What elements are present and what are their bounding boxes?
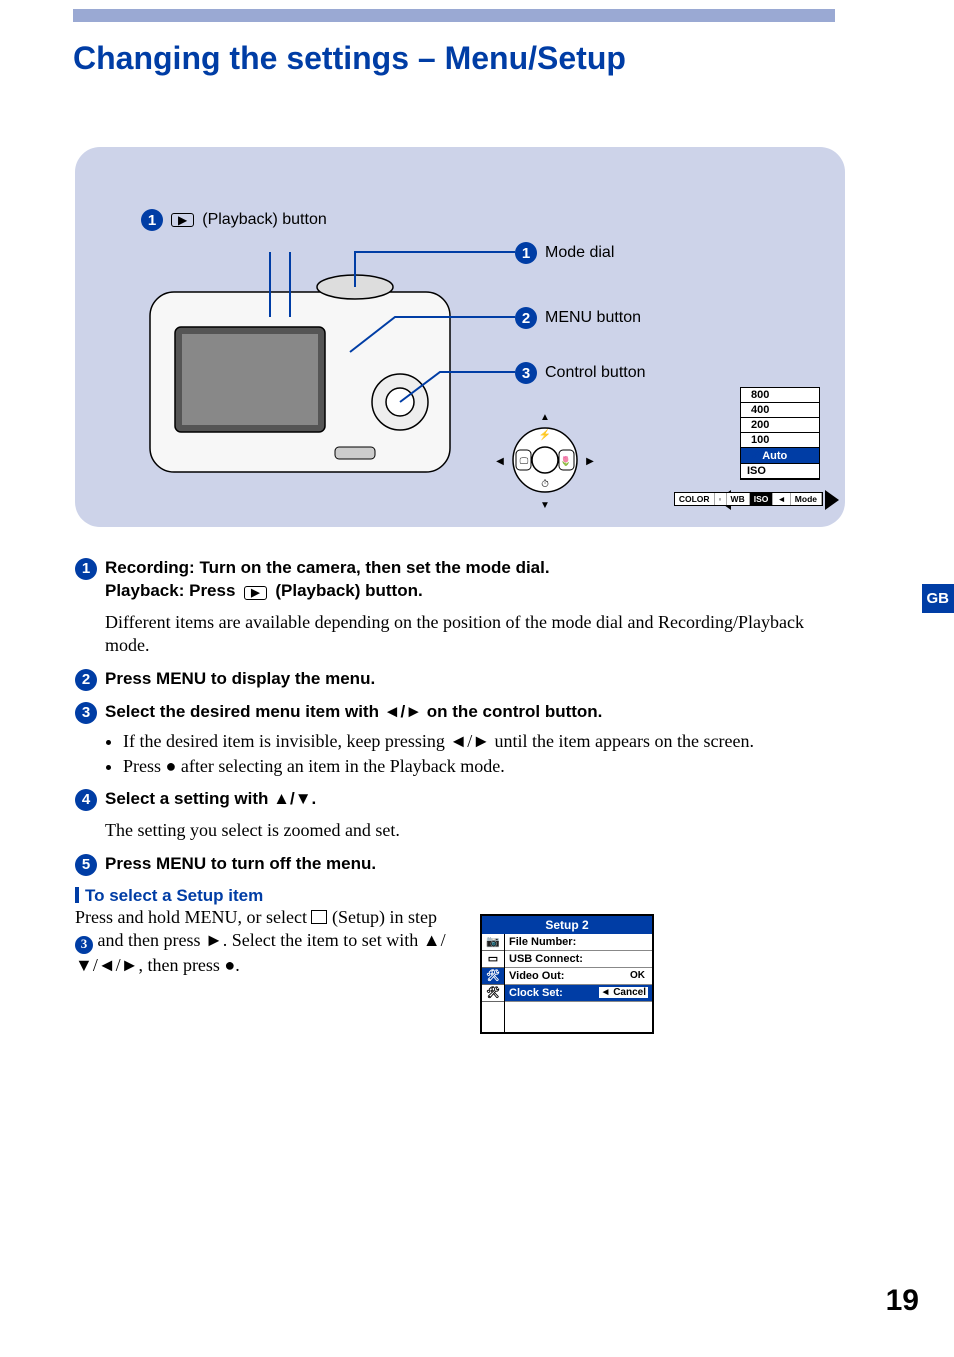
callout-label: MENU button [545, 309, 641, 327]
badge-1: 1 [515, 242, 537, 264]
svg-text:🌷: 🌷 [560, 455, 571, 466]
svg-text:▼: ▼ [540, 500, 550, 511]
svg-text:◀: ◀ [496, 456, 504, 467]
setup1-icon: 🛠 [482, 968, 504, 985]
badge-3-inline: 3 [75, 936, 93, 954]
step-1: 1 Recording: Turn on the camera, then se… [75, 557, 850, 658]
header-divider [73, 9, 835, 22]
iso-item-selected: Auto [741, 448, 819, 464]
step-5: 5 Press MENU to turn off the menu. [75, 853, 850, 876]
setup-box-title: Setup 2 [482, 916, 652, 934]
callout-label: Control button [545, 364, 646, 382]
playback-label: (Playback) button [202, 211, 327, 229]
badge-1: 1 [141, 209, 163, 231]
camera-icon: 📷 [482, 934, 504, 951]
setup-row: File Number: [505, 934, 652, 951]
iso-menu: 800 400 200 100 Auto ISO [740, 387, 820, 480]
menu-strip: COLOR ◦ WB ISO ◄ Mode [674, 492, 823, 506]
strip-item: ◄ [773, 493, 790, 505]
svg-text:🖵: 🖵 [520, 456, 529, 466]
callout-control-button: 3 Control button [515, 362, 646, 384]
step-text: Press MENU to turn off the menu. [105, 853, 376, 876]
svg-text:▲: ▲ [540, 412, 550, 423]
steps-list: 1 Recording: Turn on the camera, then se… [75, 557, 850, 1034]
language-tab: GB [922, 584, 954, 613]
iso-item: 800 [741, 388, 819, 403]
strip-item-selected: ISO [750, 493, 774, 505]
step-text: Playback: Press [105, 581, 235, 600]
badge-5: 5 [75, 854, 97, 876]
step-bullets: If the desired item is invisible, keep p… [105, 730, 850, 779]
camera-diagram-panel: 1 ▶ (Playback) button 1 Mode dial 2 MENU… [75, 147, 845, 527]
setup-screen: Setup 2 📷 ▭ 🛠 🛠 File Number: USB Connect… [480, 914, 654, 1034]
step-3: 3 Select the desired menu item with ◄/► … [75, 701, 850, 779]
step-2: 2 Press MENU to display the menu. [75, 668, 850, 691]
strip-item: WB [727, 493, 750, 505]
step-text: Select a setting with ▲/▼. [105, 788, 316, 811]
playback-icon: ▶ [244, 586, 266, 600]
badge-3: 3 [75, 702, 97, 724]
setup-row-selected: Clock Set:◄ Cancel [505, 985, 652, 1002]
svg-text:⏱: ⏱ [541, 479, 549, 490]
strip-item: COLOR [675, 493, 715, 505]
badge-3: 3 [515, 362, 537, 384]
svg-text:▶: ▶ [586, 456, 594, 467]
step-text: Select the desired menu item with ◄/► on… [105, 701, 602, 724]
iso-label: ISO [741, 464, 819, 479]
setup-rows: File Number: USB Connect: Video Out:OK C… [505, 934, 652, 1032]
iso-item: 100 [741, 433, 819, 448]
text: Press and hold MENU, or select [75, 907, 307, 927]
setup2-icon: 🛠 [482, 985, 504, 1002]
text: and then press ►. [98, 930, 228, 950]
badge-1: 1 [75, 558, 97, 580]
badge-2: 2 [515, 307, 537, 329]
iso-item: 400 [741, 403, 819, 418]
iso-item: 200 [741, 418, 819, 433]
step-text: Recording: Turn on the camera, then set … [105, 558, 550, 577]
page-title: Changing the settings – Menu/Setup [73, 40, 954, 77]
step-4: 4 Select a setting with ▲/▼. The setting… [75, 788, 850, 842]
arrow-right-icon [825, 490, 839, 510]
badge-4: 4 [75, 789, 97, 811]
setup-tabs-icons: 📷 ▭ 🛠 🛠 [482, 934, 505, 1032]
bullet: Press ● after selecting an item in the P… [123, 755, 850, 778]
setup-row: USB Connect: [505, 951, 652, 968]
page-number: 19 [886, 1284, 919, 1318]
setup-heading: To select a Setup item [75, 886, 850, 906]
callout-playback: 1 ▶ (Playback) button [141, 209, 327, 231]
callout-menu-button: 2 MENU button [515, 307, 641, 329]
callout-mode-dial: 1 Mode dial [515, 242, 614, 264]
card-icon: ▭ [482, 951, 504, 968]
playback-icon: ▶ [171, 213, 194, 227]
setup-icon [311, 910, 327, 924]
strip-item: Mode [791, 493, 822, 505]
step-body: The setting you select is zoomed and set… [105, 819, 850, 842]
bullet: If the desired item is invisible, keep p… [123, 730, 850, 753]
dpad-icon: ▲ ▼ ◀ ▶ ⚡ ⏱ 🖵 🌷 [490, 405, 600, 515]
step-text: (Playback) button. [275, 581, 422, 600]
svg-text:⚡: ⚡ [539, 428, 551, 441]
strip-item: ◦ [715, 493, 727, 505]
callout-label: Mode dial [545, 244, 614, 262]
setup-section: Press and hold MENU, or select (Setup) i… [75, 906, 850, 1034]
badge-2: 2 [75, 669, 97, 691]
step-body: Different items are available depending … [105, 611, 850, 658]
setup-text: Press and hold MENU, or select (Setup) i… [75, 906, 455, 977]
text: (Setup) in step [332, 907, 437, 927]
setup-row: Video Out:OK [505, 968, 652, 985]
step-text: Press MENU to display the menu. [105, 668, 375, 691]
